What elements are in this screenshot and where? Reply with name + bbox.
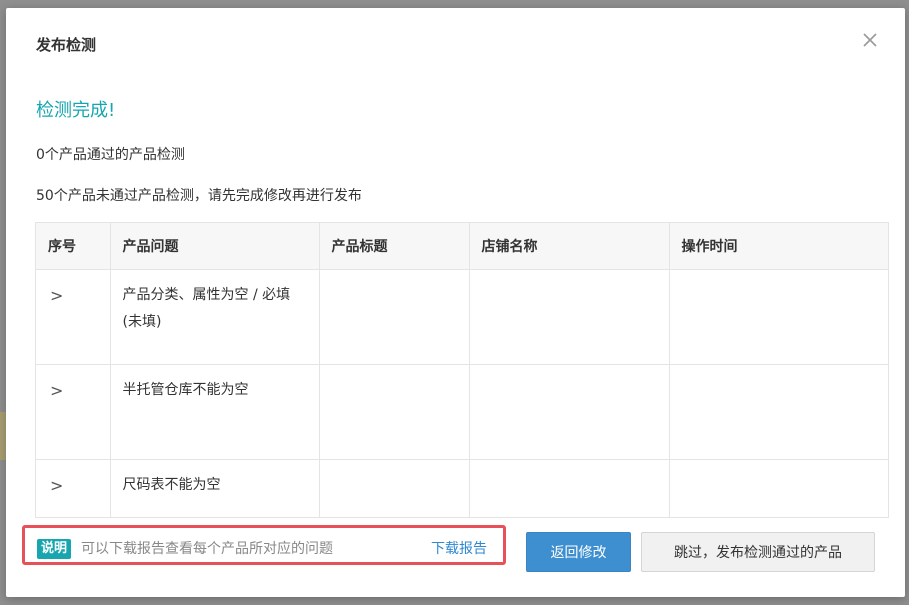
shop-cell bbox=[469, 269, 670, 365]
passed-summary: 0个产品通过的产品检测 bbox=[36, 147, 185, 163]
time-cell bbox=[669, 459, 888, 517]
title-cell bbox=[319, 459, 470, 517]
title-cell bbox=[319, 269, 470, 365]
table-row: > 产品分类、属性为空 / 必填(未填) bbox=[36, 269, 888, 365]
issue-cell: 半托管仓库不能为空 bbox=[110, 364, 320, 460]
download-report-link[interactable]: 下载报告 bbox=[431, 539, 487, 559]
publish-check-dialog: 发布检测 检测完成! 0个产品通过的产品检测 50个产品未通过产品检测，请先完成… bbox=[6, 8, 905, 597]
title-cell bbox=[319, 364, 470, 460]
expand-chevron-icon[interactable]: > bbox=[48, 472, 63, 499]
close-icon[interactable] bbox=[860, 30, 880, 50]
table-row: > 半托管仓库不能为空 bbox=[36, 364, 888, 460]
column-header-index: 序号 bbox=[36, 223, 111, 270]
expand-chevron-icon[interactable]: > bbox=[48, 282, 63, 309]
table-header: 序号 产品问题 产品标题 店铺名称 操作时间 bbox=[36, 223, 888, 270]
note-badge: 说明 bbox=[37, 539, 72, 559]
column-header-shop: 店铺名称 bbox=[469, 223, 670, 270]
issue-cell: 尺码表不能为空 bbox=[110, 459, 320, 517]
skip-and-publish-button[interactable]: 跳过，发布检测通过的产品 bbox=[641, 532, 875, 572]
failed-summary: 50个产品未通过产品检测，请先完成修改再进行发布 bbox=[36, 188, 362, 204]
issues-table: 序号 产品问题 产品标题 店铺名称 操作时间 > 产品分类、属性为空 / 必填(… bbox=[35, 222, 889, 518]
table-row: > 尺码表不能为空 bbox=[36, 459, 888, 517]
column-header-time: 操作时间 bbox=[669, 223, 888, 270]
check-complete-title: 检测完成! bbox=[36, 100, 116, 121]
back-to-edit-button[interactable]: 返回修改 bbox=[526, 532, 631, 572]
shop-cell bbox=[469, 364, 670, 460]
note-text: 可以下载报告查看每个产品所对应的问题 bbox=[81, 541, 333, 557]
time-cell bbox=[669, 364, 888, 460]
time-cell bbox=[669, 269, 888, 365]
issue-cell: 产品分类、属性为空 / 必填(未填) bbox=[110, 269, 320, 365]
column-header-title: 产品标题 bbox=[319, 223, 470, 270]
expand-chevron-icon[interactable]: > bbox=[48, 377, 63, 404]
dialog-title: 发布检测 bbox=[36, 36, 97, 54]
column-header-issue: 产品问题 bbox=[110, 223, 320, 270]
shop-cell bbox=[469, 459, 670, 517]
report-note: 说明 可以下载报告查看每个产品所对应的问题 下载报告 bbox=[22, 525, 506, 565]
